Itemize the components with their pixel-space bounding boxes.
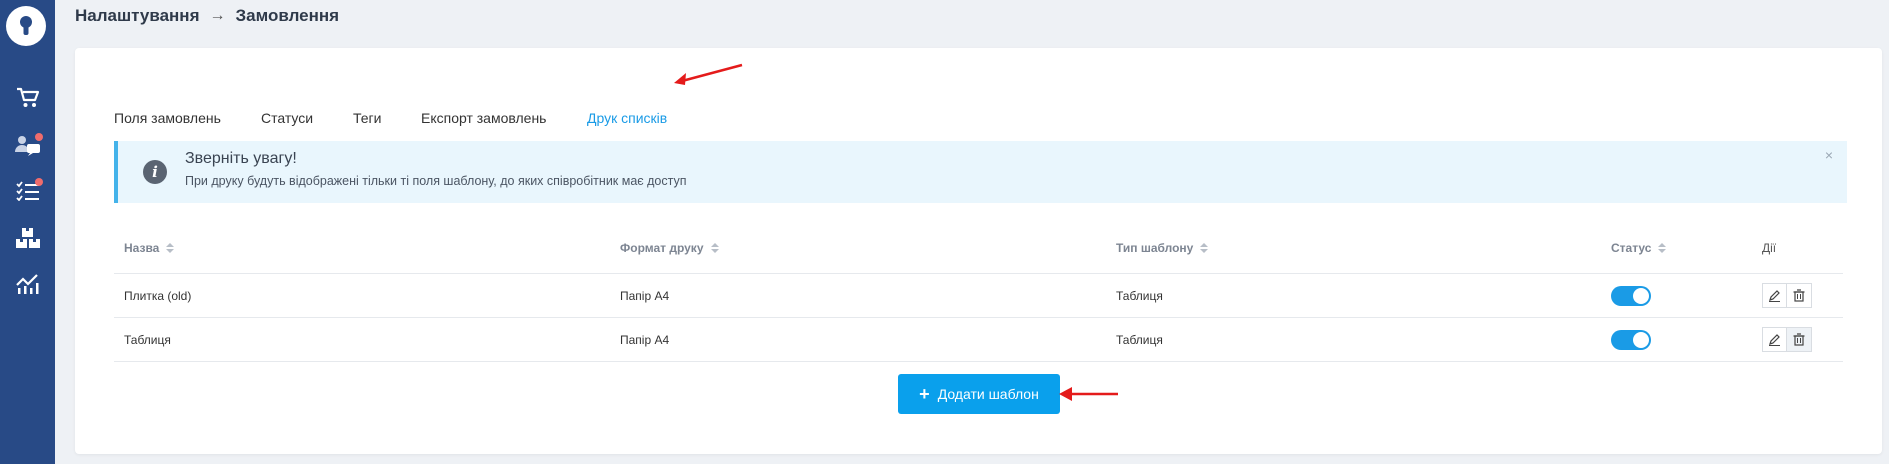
sidebar-item-orders[interactable] xyxy=(0,78,55,118)
column-header-name[interactable]: Назва xyxy=(124,223,175,273)
sidebar-item-warehouse[interactable] xyxy=(0,218,55,258)
notification-badge xyxy=(35,133,43,141)
pencil-icon xyxy=(1769,290,1780,302)
table-row: Таблиця Папір А4 Таблиця xyxy=(114,318,1843,362)
alert-message: При друку будуть відображені тільки ті п… xyxy=(185,174,687,188)
annotation-arrow-icon xyxy=(674,63,743,85)
column-header-label: Формат друку xyxy=(620,241,704,255)
logo[interactable] xyxy=(6,6,46,46)
trash-icon xyxy=(1793,333,1805,346)
actions-cell xyxy=(1762,274,1812,317)
column-header-type[interactable]: Тип шаблону xyxy=(1116,223,1209,273)
sidebar xyxy=(0,0,55,464)
column-header-label: Назва xyxy=(124,241,160,255)
status-cell xyxy=(1611,318,1651,361)
key-icon xyxy=(20,16,32,35)
add-template-label: Додати шаблон xyxy=(937,386,1039,402)
pencil-icon xyxy=(1769,334,1780,346)
column-header-label: Статус xyxy=(1611,241,1652,255)
cart-icon xyxy=(16,87,39,107)
column-header-label: Тип шаблону xyxy=(1116,241,1194,255)
sort-icon xyxy=(1658,243,1667,253)
analytics-icon xyxy=(15,274,38,294)
breadcrumb: Налаштування → Замовлення xyxy=(75,6,339,26)
template-type: Таблиця xyxy=(1116,332,1163,347)
table-row: Плитка (old) Папір А4 Таблиця xyxy=(114,274,1843,318)
alert-title: Зверніть увагу! xyxy=(185,150,297,167)
add-template-button[interactable]: + Додати шаблон xyxy=(898,374,1060,414)
status-toggle[interactable] xyxy=(1611,285,1651,306)
status-toggle[interactable] xyxy=(1611,329,1651,350)
notification-badge xyxy=(35,178,43,186)
actions-cell xyxy=(1762,318,1812,361)
settings-card: Поля замовлень Статуси Теги Експорт замо… xyxy=(75,48,1882,454)
edit-button[interactable] xyxy=(1762,327,1787,352)
trash-icon xyxy=(1793,289,1805,302)
info-icon: i xyxy=(143,160,167,184)
column-header-actions: Дії xyxy=(1762,241,1777,255)
table-header: Назва Формат друку Тип шаблону Статус Ді… xyxy=(114,223,1843,274)
status-cell xyxy=(1611,274,1651,317)
annotation-arrow-icon xyxy=(1059,387,1118,401)
plus-icon: + xyxy=(919,384,930,404)
column-header-format[interactable]: Формат друку xyxy=(620,223,719,273)
template-name: Плитка (old) xyxy=(124,288,192,303)
sort-icon xyxy=(166,243,175,253)
delete-button[interactable] xyxy=(1787,283,1812,308)
print-format: Папір А4 xyxy=(620,288,670,303)
sort-icon xyxy=(710,243,719,253)
page-title: Замовлення xyxy=(235,6,340,25)
template-type: Таблиця xyxy=(1116,288,1163,303)
breadcrumb-settings-link[interactable]: Налаштування xyxy=(75,6,200,26)
templates-table: Назва Формат друку Тип шаблону Статус Ді… xyxy=(114,223,1843,362)
template-name: Таблиця xyxy=(124,332,171,347)
boxes-icon xyxy=(15,228,40,248)
edit-button[interactable] xyxy=(1762,283,1787,308)
close-icon[interactable]: × xyxy=(1825,147,1833,163)
delete-button[interactable] xyxy=(1787,327,1812,352)
sidebar-item-analytics[interactable] xyxy=(0,264,55,304)
sort-icon xyxy=(1200,243,1209,253)
breadcrumb-separator: → xyxy=(209,7,226,24)
info-alert: i Зверніть увагу! При друку будуть відоб… xyxy=(114,141,1847,203)
print-format: Папір А4 xyxy=(620,332,670,347)
column-header-status[interactable]: Статус xyxy=(1611,223,1667,273)
sidebar-item-tasks[interactable] xyxy=(0,171,55,211)
sidebar-item-clients[interactable] xyxy=(0,125,55,165)
